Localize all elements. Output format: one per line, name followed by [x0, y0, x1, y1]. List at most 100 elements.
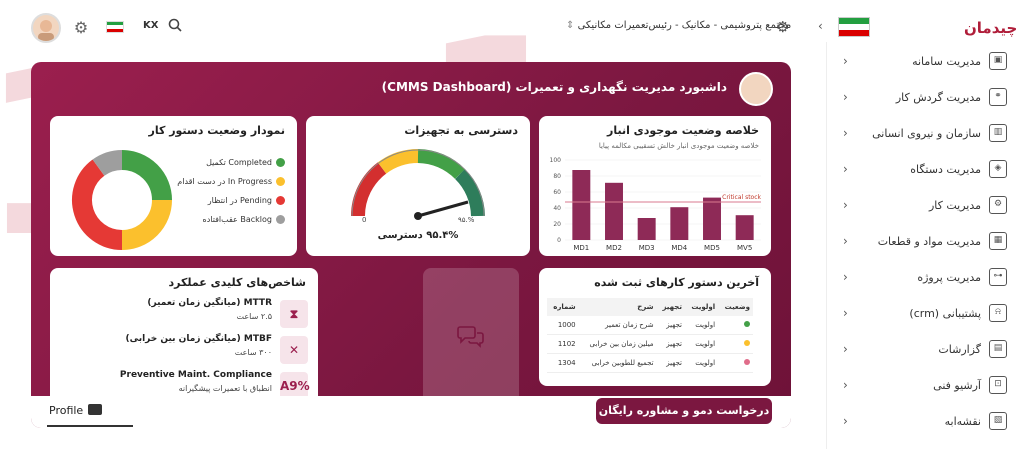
flag-icon[interactable]	[106, 21, 124, 33]
cell-equipment: تجهیز	[656, 316, 685, 335]
status-dot	[744, 359, 750, 365]
sidebar-item-7[interactable]: › پشتیبانی (crm) ⍾	[827, 296, 1024, 330]
profile-tab-underline	[47, 425, 133, 427]
collapse-chevron-icon[interactable]: ‹	[818, 19, 823, 33]
recent-orders-title: آخرین دستور کارهای ثبت شده	[594, 276, 759, 289]
sidebar-item-label: مدیریت کار	[928, 198, 981, 212]
sidebar-item-label: سازمان و نیروی انسانی	[872, 126, 981, 140]
chevron-icon: ›	[843, 306, 848, 320]
recent-orders-table: وضعیت اولویت تجهیز شرح شماره اولویت تجهیز شرح …	[547, 298, 753, 373]
legend-label: In Progress در دست اقدام	[177, 177, 272, 186]
y-tick-label: 100	[550, 157, 562, 164]
sidebar-item-10[interactable]: › نقشه‌ابه ▧	[827, 404, 1024, 438]
x-tick-label: MV5	[737, 244, 752, 252]
gauge-needle	[417, 200, 469, 218]
chevron-icon: ›	[843, 90, 848, 104]
sidebar-item-label: مدیریت پروژه	[917, 270, 981, 284]
kpi-card: شاخص‌های کلیدی عملکرد ⧗ MTTR (میانگین زما…	[50, 268, 318, 404]
status-dot	[744, 340, 750, 346]
table-row[interactable]: اولویت تجهیز میلین زمان بین خرابی 1102	[547, 334, 753, 354]
kpi-value: انطباق با تعمیرات پیشگیرانه	[178, 384, 272, 393]
org-selector-label: مجتمع پتروشیمی - مکانیک - رئیس‌تعمیرات م…	[577, 20, 792, 31]
map-icon: ▧	[989, 412, 1007, 430]
sidebar-item-0[interactable]: › مدیریت سامانه ▣	[827, 44, 1024, 78]
settings-gear-icon[interactable]: ⚙	[72, 19, 90, 37]
workorder-status-title: نمودار وضعیت دستور کار	[148, 124, 286, 137]
legend-label: Completed تکمیل	[206, 158, 272, 167]
table-row[interactable]: اولویت تجهیز تجمیع للطوبین خرابی 1304	[547, 353, 753, 373]
y-tick-label: 60	[553, 189, 561, 196]
y-tick-label: 0	[557, 237, 561, 244]
bar	[637, 218, 656, 240]
chevron-icon: ›	[843, 342, 848, 356]
legend-dot	[276, 215, 285, 224]
sidebar-item-label: مدیریت مواد و قطعات	[877, 234, 981, 248]
bar	[703, 197, 721, 240]
sidebar-item-5[interactable]: › مدیریت مواد و قطعات ▦	[827, 224, 1024, 258]
dashboard-panel: داشبورد مدیریت نگهداری و تعمیرات (CMMS D…	[31, 62, 791, 428]
sidebar-item-label: گزارشات	[938, 342, 981, 356]
support-bell-icon: ⍾	[989, 304, 1007, 322]
cell-number: 1102	[547, 334, 579, 354]
chat-bubbles-icon[interactable]	[457, 324, 485, 348]
system-settings-icon: ▣	[989, 52, 1007, 70]
sidebar-item-8[interactable]: › گزارشات ▤	[827, 332, 1024, 366]
table-row[interactable]: اولویت تجهیز شرح زمان تعمیر 1000	[547, 316, 753, 335]
chevron-icon: ›	[843, 270, 848, 284]
sidebar-item-6[interactable]: › مدیریت پروژه ⊶	[827, 260, 1024, 294]
table-header: شماره	[547, 298, 579, 316]
inventory-bar-chart: 0 20 40 60 80 100 MD1 MD2 MD3 MD4 MD5 MV5 Critical s…	[550, 157, 762, 252]
cell-description: میلین زمان بین خرابی	[578, 334, 657, 354]
sidebar-item-2[interactable]: › سازمان و نیروی انسانی ▥	[827, 116, 1024, 150]
x-tick-label: MD5	[704, 244, 720, 252]
sidebar-item-label: مدیریت سامانه	[912, 54, 981, 68]
tools-icon: ✕	[280, 336, 308, 364]
org-selector[interactable]: ⇕ مجتمع پتروشیمی - مکانیک - رئیس‌تعمیرات…	[566, 20, 791, 31]
device-icon: ◈	[989, 160, 1007, 178]
kpi-item: ⧗ MTTR (میانگین زمان تعمیر) ۲.۵ ساعت	[54, 298, 308, 332]
iran-flag-icon	[838, 17, 870, 37]
bar	[572, 170, 591, 240]
legend-item: Backlog عقب‌افتاده	[203, 215, 285, 224]
x-tick-label: MD2	[606, 244, 622, 252]
profile-card-icon[interactable]	[88, 404, 102, 415]
org-settings-icon[interactable]: ⚙	[776, 18, 789, 36]
user-avatar[interactable]	[31, 13, 61, 43]
donut-slice	[121, 199, 172, 250]
status-cell	[718, 334, 753, 354]
profile-tab[interactable]: Profile	[49, 404, 83, 417]
demo-request-button[interactable]: درخواست دمو و مشاوره رایگان	[596, 398, 772, 424]
legend-item: Pending در انتظار	[208, 196, 285, 205]
y-tick-label: 20	[553, 221, 561, 228]
hourglass-icon: ⧗	[280, 300, 308, 328]
donut-slice	[72, 159, 123, 250]
sidebar-item-1[interactable]: › مدیریت گردش کار ⚭	[827, 80, 1024, 114]
legend-dot	[276, 196, 285, 205]
chevron-icon: ›	[843, 414, 848, 428]
reports-icon: ▤	[989, 340, 1007, 358]
dashboard-title: داشبورد مدیریت نگهداری و تعمیرات (CMMS D…	[381, 80, 727, 94]
sidebar-item-4[interactable]: › مدیریت کار ⚙	[827, 188, 1024, 222]
sidebar-item-9[interactable]: › آرشیو فنی ⊡	[827, 368, 1024, 402]
language-switch[interactable]: KX	[143, 20, 158, 31]
chevron-icon: ›	[843, 162, 848, 176]
legend-dot	[276, 158, 285, 167]
status-dot	[744, 321, 750, 327]
x-tick-label: MD3	[639, 244, 655, 252]
cell-equipment: تجهیز	[656, 334, 685, 354]
kpi-title: MTTR (میانگین زمان تعمیر)	[147, 298, 272, 308]
legend-item: In Progress در دست اقدام	[177, 177, 285, 186]
workorder-status-card: نمودار وضعیت دستور کار Completed تکمیل In…	[50, 116, 297, 256]
sidebar-item-3[interactable]: › مدیریت دستگاه ◈	[827, 152, 1024, 186]
cell-number: 1000	[547, 316, 579, 335]
x-tick-label: MD4	[671, 244, 687, 252]
project-icon: ⊶	[989, 268, 1007, 286]
chat-panel[interactable]	[423, 268, 519, 404]
cell-priority: اولویت	[684, 316, 719, 335]
chevron-icon: ›	[843, 126, 848, 140]
legend-dot	[276, 177, 285, 186]
search-icon[interactable]	[168, 18, 184, 34]
kpi-value: ۲.۵ ساعت	[236, 312, 272, 321]
table-header: شرح	[578, 298, 657, 316]
table-header: تجهیز	[656, 298, 685, 316]
